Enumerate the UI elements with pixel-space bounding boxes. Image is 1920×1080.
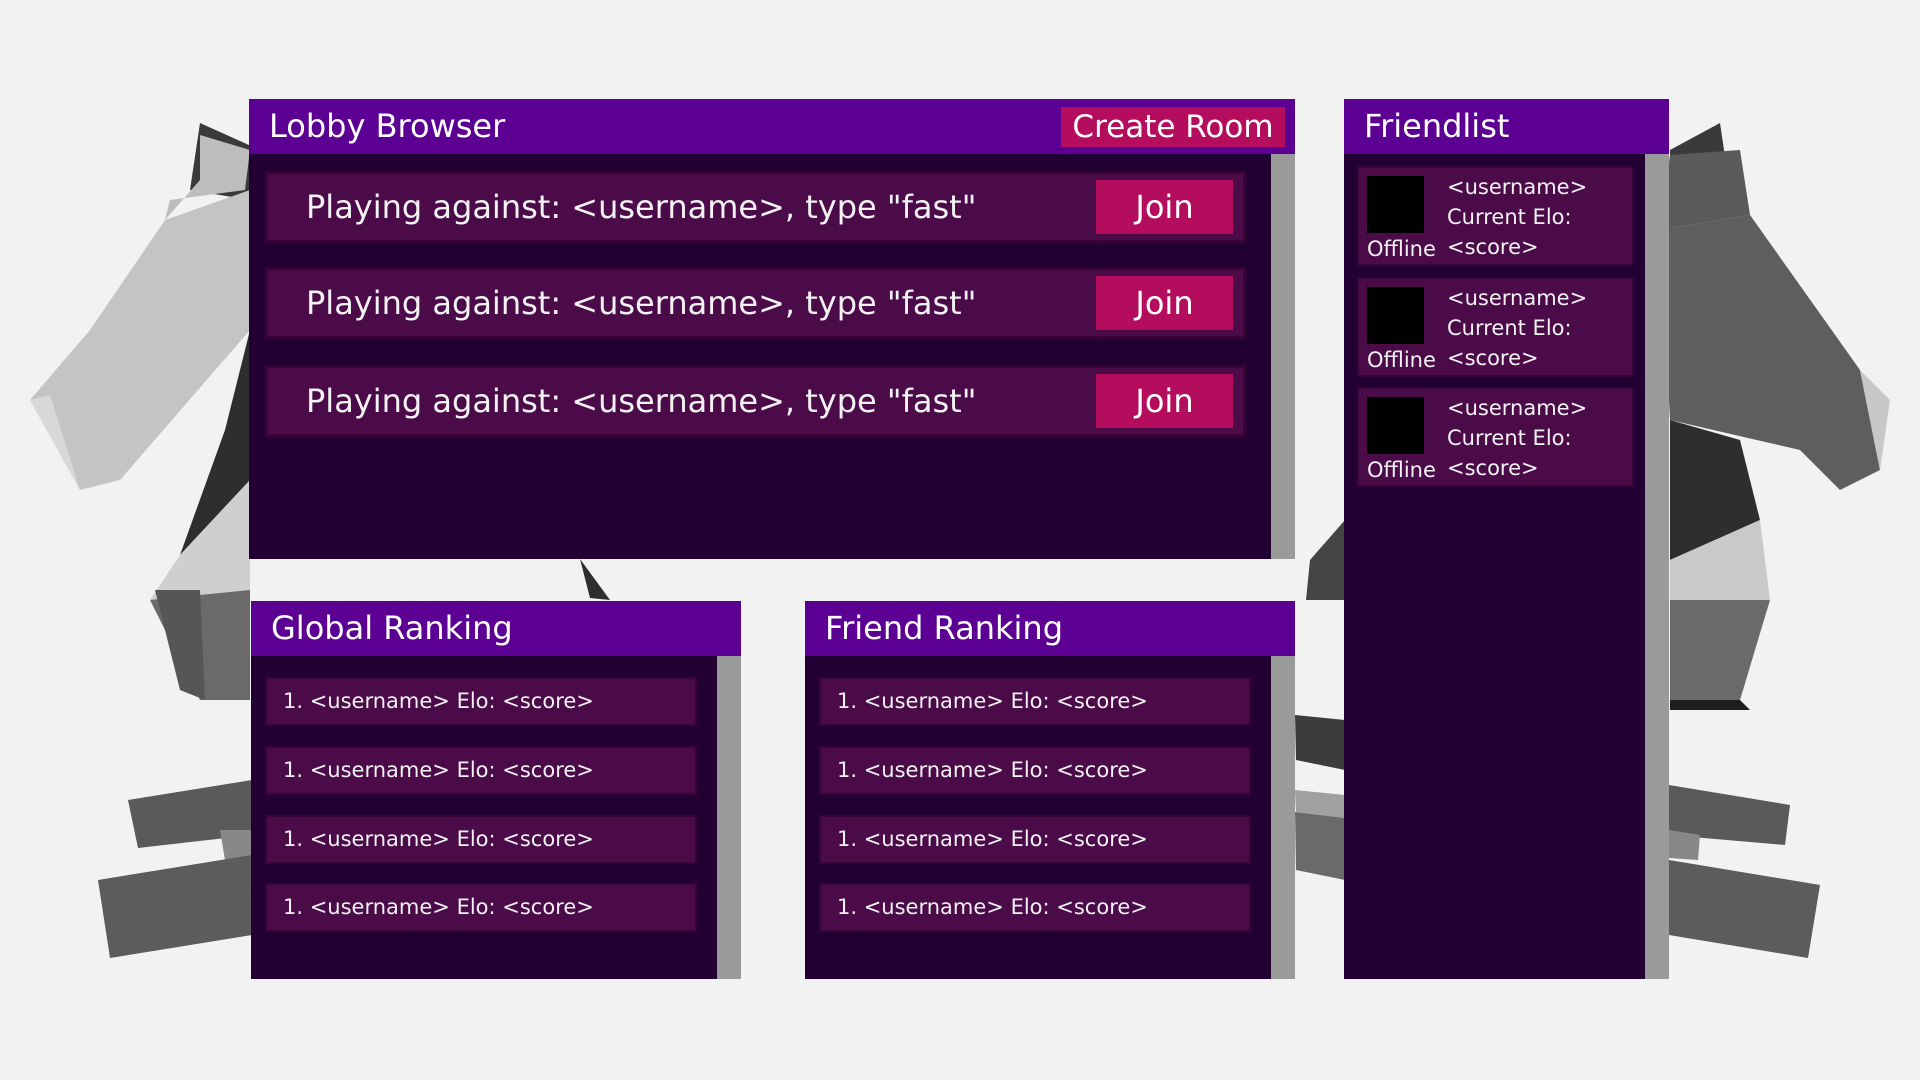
friend-ranking-entry: 1. <username> Elo: <score> (819, 677, 1251, 726)
friend-card[interactable]: Offline <username> Current Elo: <score> (1357, 166, 1634, 266)
join-room-button[interactable]: Join (1096, 374, 1233, 428)
friend-info: <username> Current Elo: <score> (1447, 393, 1587, 483)
lobby-room-row: Playing against: <username>, type "fast"… (265, 171, 1246, 243)
friendlist-panel: Friendlist Offline <username> Current El… (1344, 99, 1669, 979)
friend-score: <score> (1447, 346, 1539, 370)
friend-ranking-scrollbar[interactable] (1271, 656, 1295, 979)
friendlist-title: Friendlist (1364, 107, 1510, 145)
global-ranking-entry: 1. <username> Elo: <score> (265, 677, 697, 726)
friend-score: <score> (1447, 456, 1539, 480)
global-ranking-title: Global Ranking (271, 609, 513, 647)
global-ranking-panel: Global Ranking 1. <username> Elo: <score… (251, 601, 741, 979)
global-ranking-entry: 1. <username> Elo: <score> (265, 815, 697, 864)
lobby-room-row: Playing against: <username>, type "fast"… (265, 267, 1246, 339)
lobby-room-row: Playing against: <username>, type "fast"… (265, 365, 1246, 437)
friend-info: <username> Current Elo: <score> (1447, 283, 1587, 373)
friend-ranking-panel: Friend Ranking 1. <username> Elo: <score… (805, 601, 1295, 979)
friend-score: <score> (1447, 235, 1539, 259)
friend-card[interactable]: Offline <username> Current Elo: <score> (1357, 277, 1634, 377)
global-ranking-header: Global Ranking (251, 601, 741, 656)
global-ranking-scrollbar[interactable] (717, 656, 741, 979)
friend-elo-label: Current Elo: (1447, 426, 1572, 450)
lobby-room-description: Playing against: <username>, type "fast" (306, 188, 977, 226)
join-room-button[interactable]: Join (1096, 276, 1233, 330)
lobby-browser-header: Lobby Browser Create Room (249, 99, 1295, 154)
create-room-button[interactable]: Create Room (1061, 107, 1285, 147)
lobby-room-description: Playing against: <username>, type "fast" (306, 382, 977, 420)
friend-ranking-entry: 1. <username> Elo: <score> (819, 883, 1251, 932)
lobby-scrollbar[interactable] (1271, 154, 1295, 559)
join-room-button[interactable]: Join (1096, 180, 1233, 234)
friend-ranking-entry: 1. <username> Elo: <score> (819, 815, 1251, 864)
friend-elo-label: Current Elo: (1447, 205, 1572, 229)
friend-ranking-header: Friend Ranking (805, 601, 1295, 656)
lobby-browser-title: Lobby Browser (269, 107, 506, 145)
friend-status: Offline (1367, 458, 1436, 482)
friend-username: <username> (1447, 286, 1588, 310)
avatar (1367, 397, 1424, 454)
avatar (1367, 176, 1424, 233)
friend-username: <username> (1447, 396, 1588, 420)
global-ranking-entry: 1. <username> Elo: <score> (265, 746, 697, 795)
friend-elo-label: Current Elo: (1447, 316, 1572, 340)
friend-status: Offline (1367, 237, 1436, 261)
global-ranking-entry: 1. <username> Elo: <score> (265, 883, 697, 932)
lobby-room-description: Playing against: <username>, type "fast" (306, 284, 977, 322)
avatar (1367, 287, 1424, 344)
friend-username: <username> (1447, 175, 1588, 199)
friendlist-scrollbar[interactable] (1645, 154, 1669, 979)
friend-card[interactable]: Offline <username> Current Elo: <score> (1357, 387, 1634, 487)
friend-ranking-title: Friend Ranking (825, 609, 1064, 647)
friend-info: <username> Current Elo: <score> (1447, 172, 1587, 262)
friendlist-header: Friendlist (1344, 99, 1669, 154)
friend-status: Offline (1367, 348, 1436, 372)
lobby-browser-panel: Lobby Browser Create Room Playing agains… (249, 99, 1295, 559)
friend-ranking-entry: 1. <username> Elo: <score> (819, 746, 1251, 795)
